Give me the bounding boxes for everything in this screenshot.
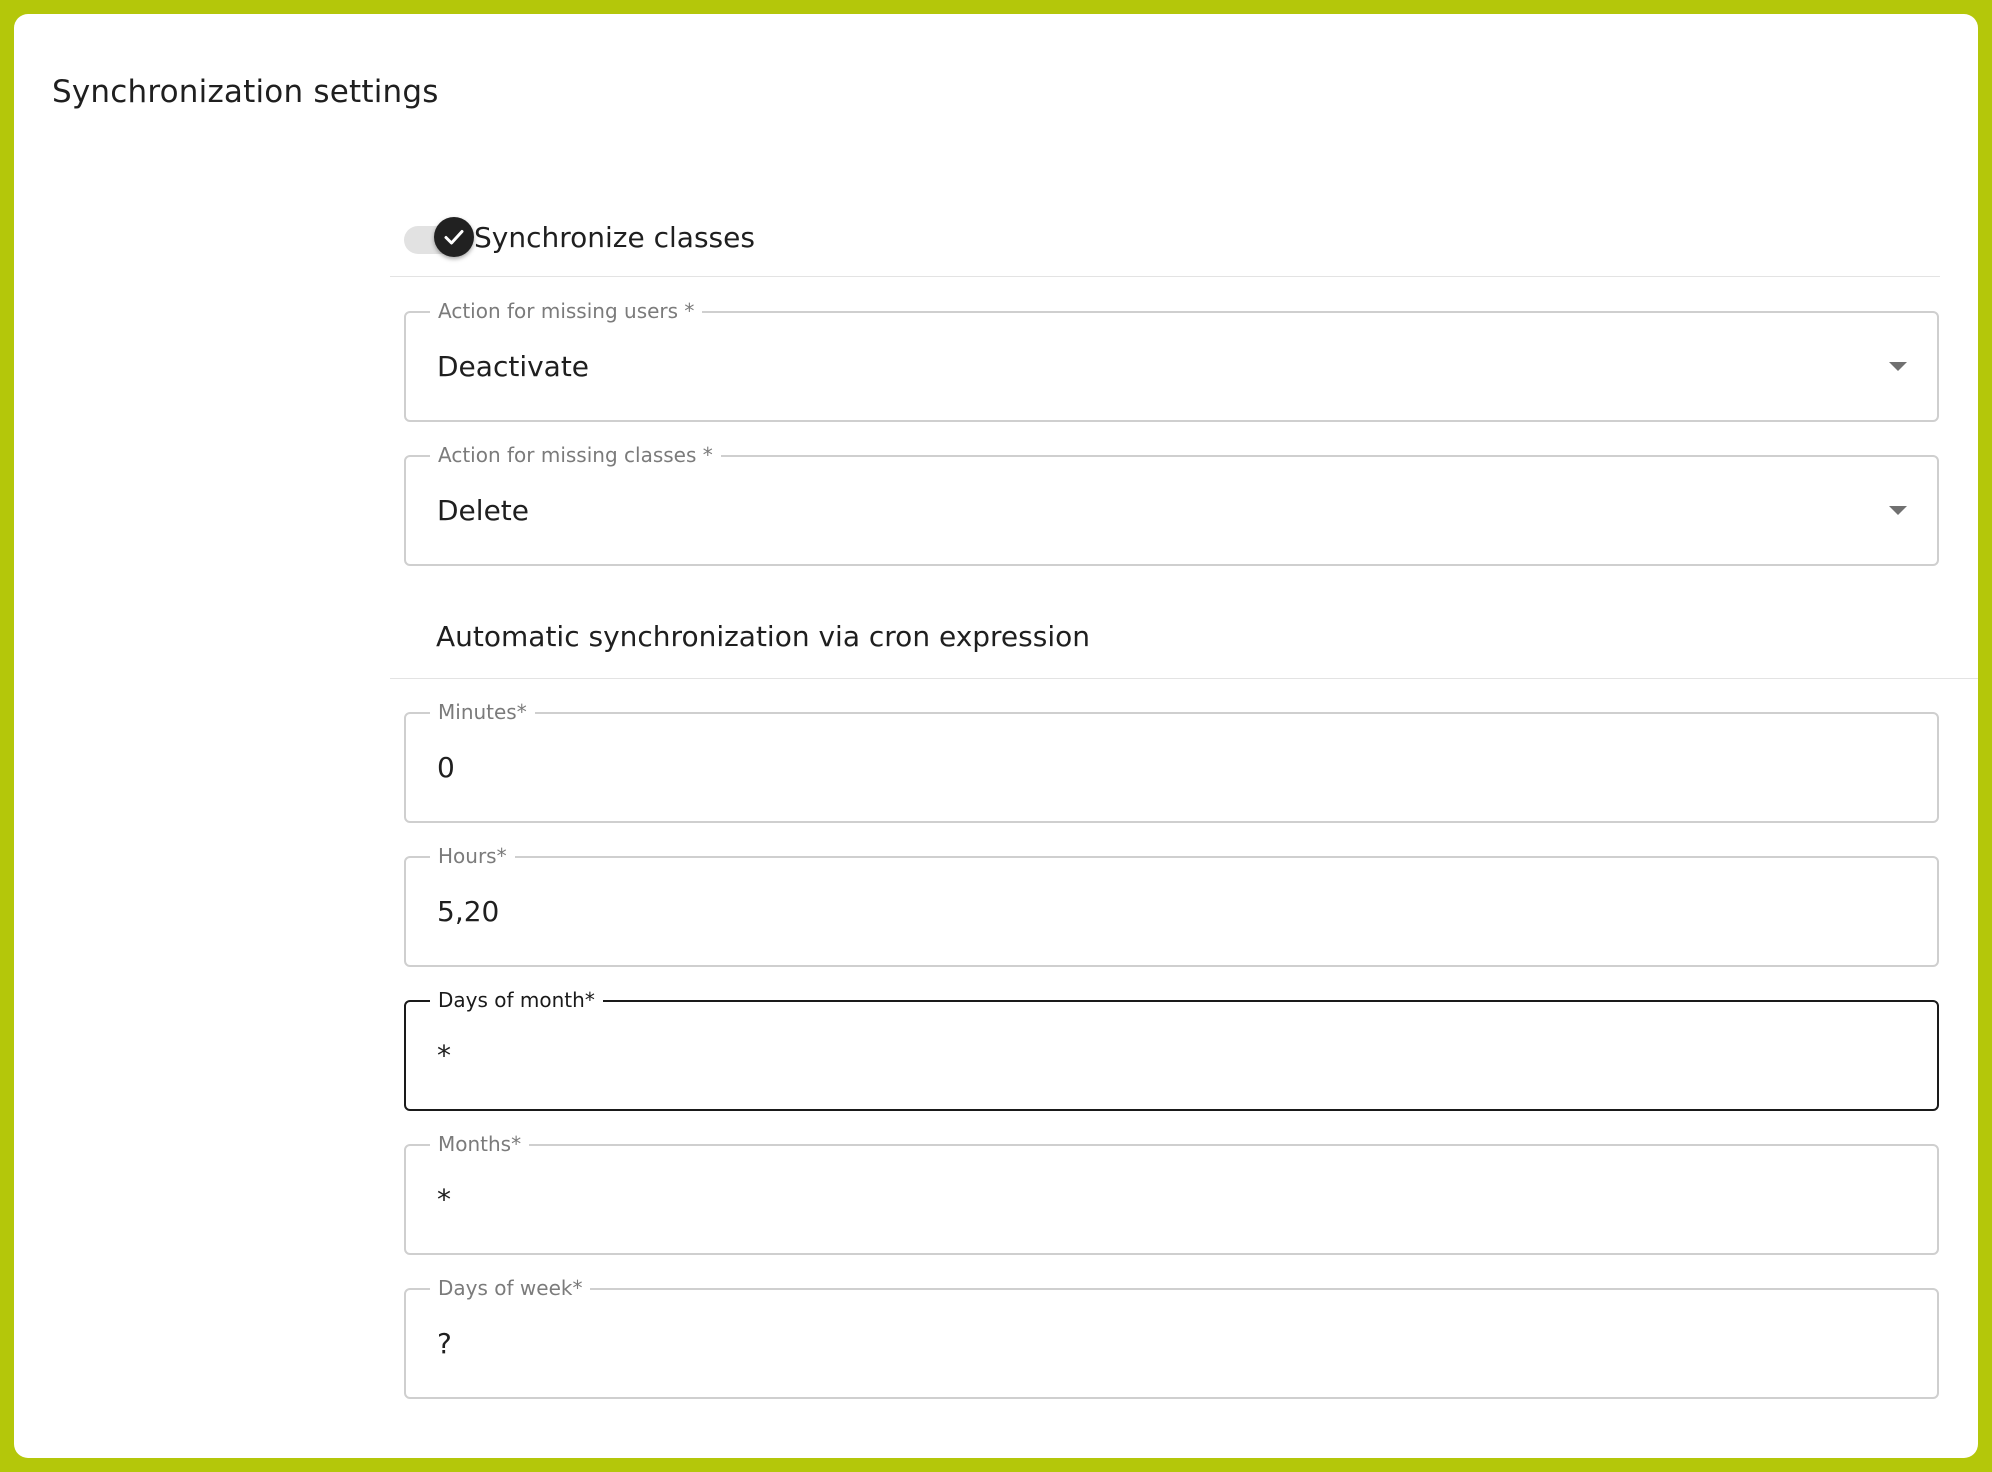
cron-section-heading: Automatic synchronization via cron expre… [436, 620, 1090, 653]
select-value: Deactivate [437, 350, 590, 383]
field-label: Days of month* [430, 988, 603, 1012]
checkmark-icon [444, 230, 464, 245]
field-label: Action for missing users * [430, 299, 703, 323]
field-label: Minutes* [430, 700, 535, 724]
field-label: Months* [430, 1132, 530, 1156]
missing-classes-select[interactable]: Action for missing classes * Delete [404, 443, 1939, 566]
settings-panel: Synchronization settings Synchronize cla… [14, 14, 1978, 1458]
select-value: Delete [437, 494, 529, 527]
dropdown-arrow-icon[interactable] [1889, 362, 1907, 371]
toggle-thumb [434, 217, 474, 257]
hours-field[interactable]: Hours* 5,20 [404, 844, 1939, 967]
field-label: Days of week* [430, 1276, 591, 1300]
synchronize-classes-toggle[interactable]: Synchronize classes [404, 215, 755, 259]
days-of-week-field[interactable]: Days of week* ? [404, 1276, 1939, 1399]
days-of-month-field[interactable]: Days of month* * [404, 988, 1939, 1111]
field-value[interactable]: * [437, 1040, 451, 1072]
months-field[interactable]: Months* * [404, 1132, 1939, 1255]
field-value[interactable]: 5,20 [437, 896, 499, 928]
field-label: Action for missing classes * [430, 443, 721, 467]
toggle-switch[interactable] [404, 215, 474, 259]
minutes-field[interactable]: Minutes* 0 [404, 700, 1939, 823]
toggle-label: Synchronize classes [474, 220, 755, 254]
divider [390, 678, 1978, 679]
field-value[interactable]: * [437, 1184, 451, 1216]
divider [390, 276, 1940, 277]
field-value[interactable]: ? [437, 1328, 452, 1360]
field-label: Hours* [430, 844, 515, 868]
dropdown-arrow-icon[interactable] [1889, 506, 1907, 515]
page-title: Synchronization settings [52, 74, 439, 110]
field-value[interactable]: 0 [437, 752, 455, 784]
missing-users-select[interactable]: Action for missing users * Deactivate [404, 299, 1939, 422]
